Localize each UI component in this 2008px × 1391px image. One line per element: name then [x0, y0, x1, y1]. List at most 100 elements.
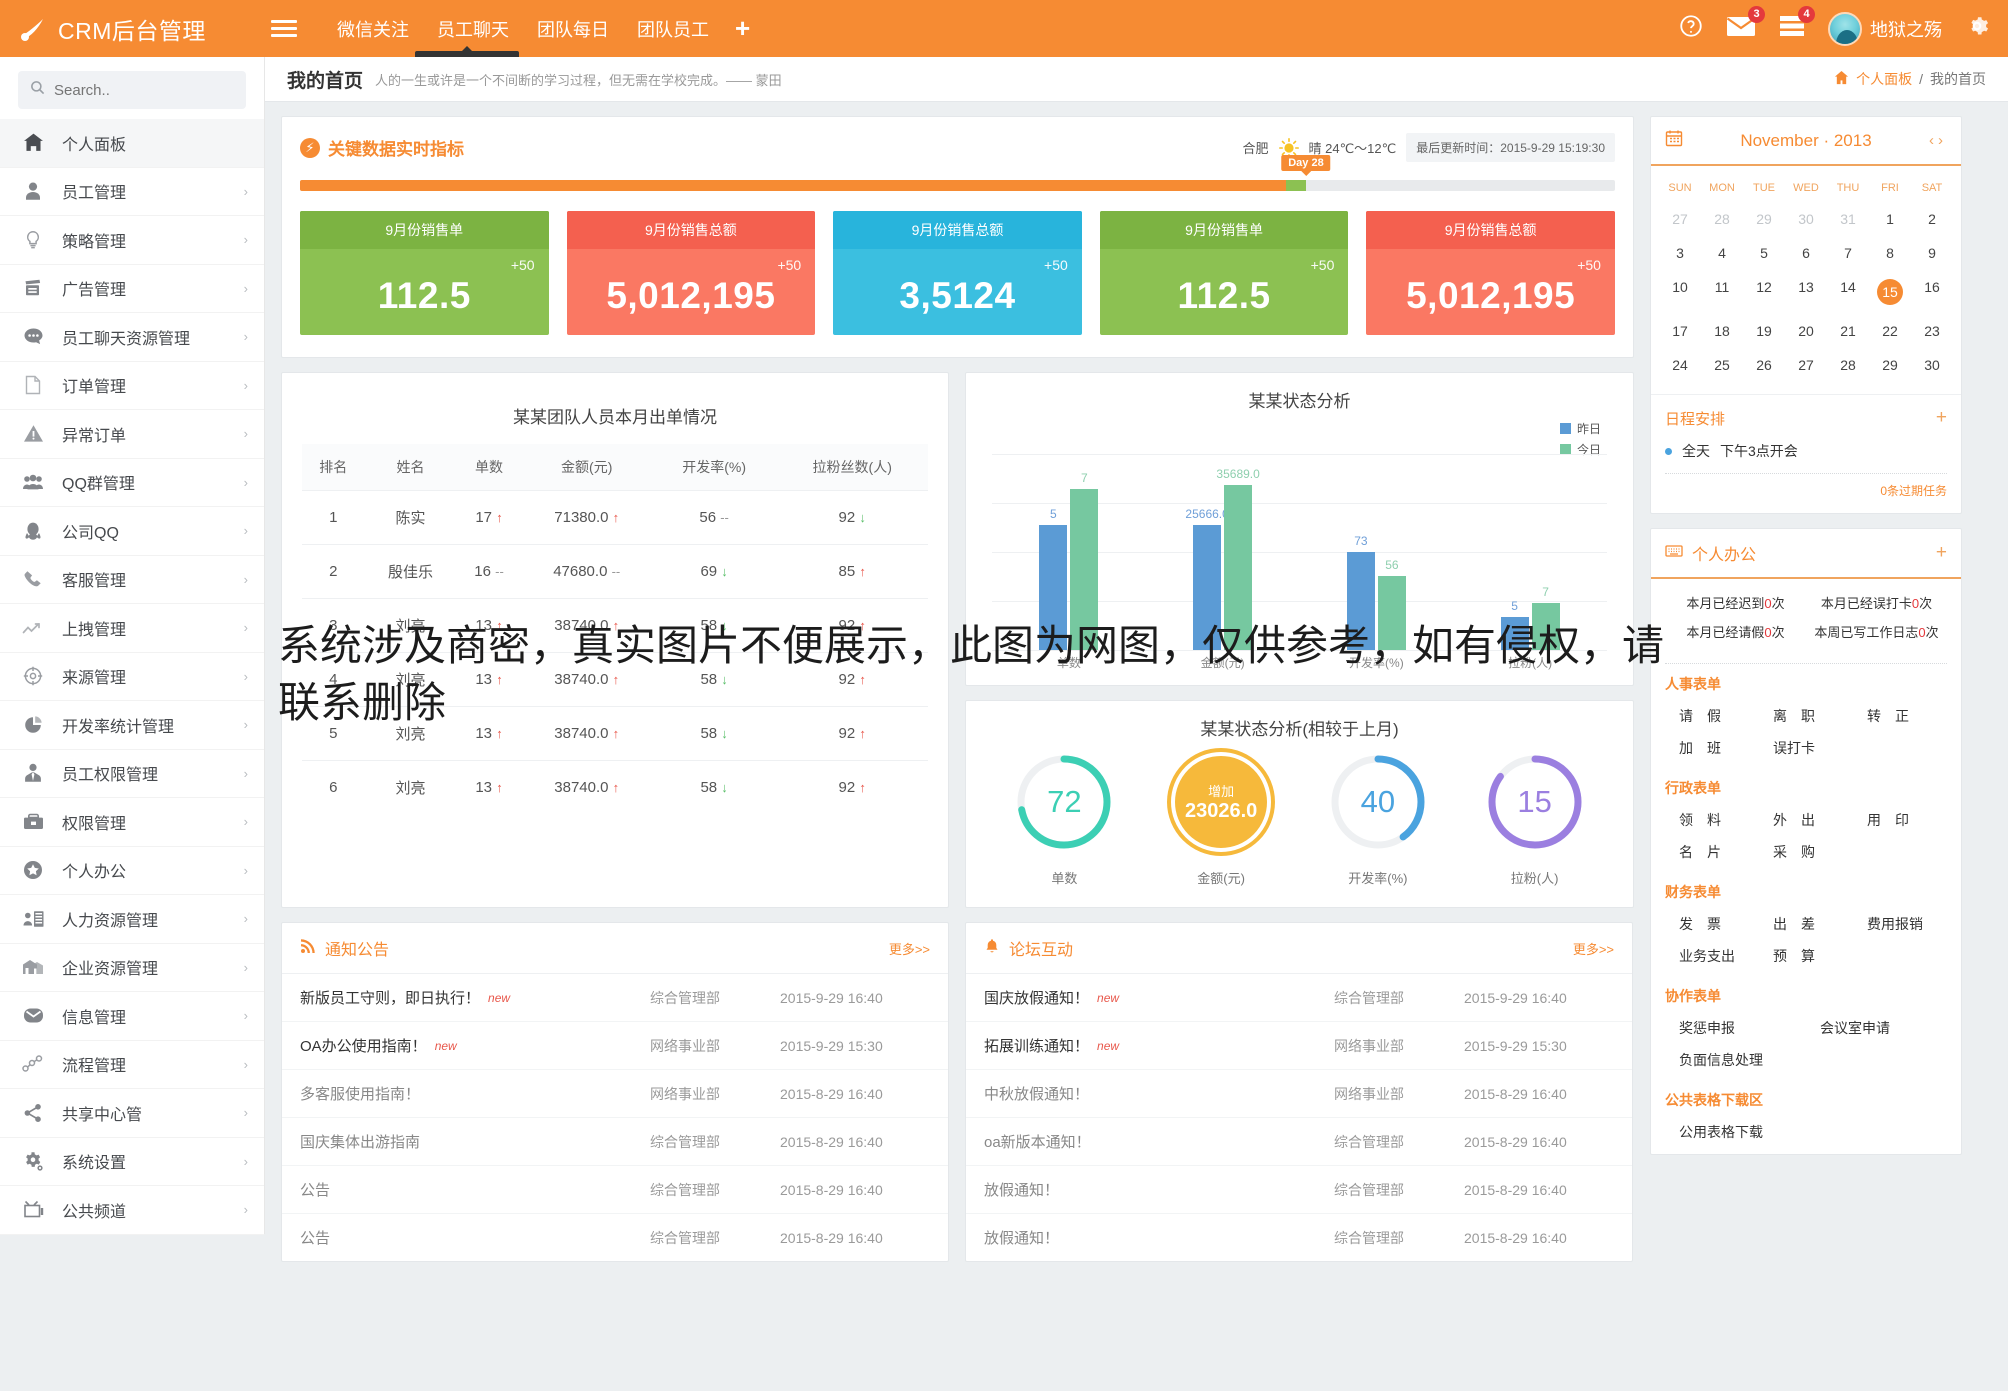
calendar-day[interactable]: 28: [1701, 202, 1743, 236]
calendar-day[interactable]: 3: [1659, 236, 1701, 270]
form-link[interactable]: 公用表格下载: [1665, 1116, 1947, 1148]
form-link[interactable]: 采 购: [1759, 836, 1853, 868]
sidebar-item-14[interactable]: 权限管理 ›: [0, 798, 264, 847]
bar-今日-金额(元)[interactable]: 35689.0: [1216, 467, 1260, 650]
sidebar-item-20[interactable]: 共享中心管 ›: [0, 1089, 264, 1138]
kpi-card-1[interactable]: 9月份销售总额 +50 5,012,195: [566, 211, 816, 335]
breadcrumb-home[interactable]: 个人面板: [1856, 69, 1912, 89]
donut-ring[interactable]: 15: [1485, 752, 1585, 852]
calendar-day[interactable]: 20: [1785, 314, 1827, 348]
help-icon[interactable]: [1678, 13, 1704, 44]
calendar-day[interactable]: 16: [1911, 270, 1953, 314]
calendar-day[interactable]: 13: [1785, 270, 1827, 314]
calendar-day[interactable]: 4: [1701, 236, 1743, 270]
kpi-card-2[interactable]: 9月份销售总额 +50 3,5124: [833, 211, 1082, 335]
top-nav-item-0[interactable]: 微信关注: [323, 16, 423, 42]
form-link[interactable]: 外 出: [1759, 804, 1853, 836]
form-link[interactable]: 费用报销: [1853, 908, 1947, 940]
form-link[interactable]: 名 片: [1665, 836, 1759, 868]
sidebar-item-5[interactable]: 订单管理 ›: [0, 362, 264, 410]
sidebar-item-8[interactable]: 公司QQ ›: [0, 507, 264, 556]
calendar-day[interactable]: 12: [1743, 270, 1785, 314]
form-link[interactable]: 出 差: [1759, 908, 1853, 940]
list-item[interactable]: 放假通知！ 综合管理部 2015-8-29 16:40: [966, 1214, 1632, 1261]
user-menu[interactable]: 地狱之殇: [1828, 11, 1942, 46]
menu-toggle-icon[interactable]: [271, 16, 297, 41]
messages-icon[interactable]: 3: [1726, 6, 1765, 43]
sidebar-item-4[interactable]: 员工聊天资源管理 ›: [0, 313, 264, 362]
calendar-day[interactable]: 19: [1743, 314, 1785, 348]
form-link[interactable]: 用 印: [1853, 804, 1947, 836]
bar-今日-拉粉(人)[interactable]: 7: [1531, 585, 1560, 650]
calendar-day[interactable]: 25: [1701, 348, 1743, 382]
table-row[interactable]: 2 殷佳乐 16 -- 47680.0 -- 69 ↓ 85 ↑: [302, 544, 928, 599]
sidebar-item-16[interactable]: 人力资源管理 ›: [0, 895, 264, 944]
calendar-day[interactable]: 29: [1743, 202, 1785, 236]
donut-ring[interactable]: 72: [1014, 752, 1114, 852]
table-row[interactable]: 6 刘亮 13 ↑ 38740.0 ↑ 58 ↓ 92 ↑: [302, 760, 928, 814]
calendar-day[interactable]: 1: [1869, 202, 1911, 236]
sidebar-item-6[interactable]: 异常订单 ›: [0, 410, 264, 459]
calendar-day[interactable]: 10: [1659, 270, 1701, 314]
form-link[interactable]: 误打卡: [1759, 732, 1853, 764]
sidebar-item-3[interactable]: 广告管理 ›: [0, 265, 264, 313]
list-item[interactable]: 公告 综合管理部 2015-8-29 16:40: [282, 1214, 948, 1261]
schedule-add-button[interactable]: +: [1936, 407, 1947, 429]
sidebar-item-15[interactable]: 个人办公 ›: [0, 847, 264, 895]
settings-gear-icon[interactable]: [1964, 13, 1990, 44]
top-nav-item-1[interactable]: 员工聊天: [423, 16, 523, 42]
search-input[interactable]: [54, 81, 234, 99]
tasks-icon[interactable]: 4: [1778, 6, 1815, 43]
calendar-day[interactable]: 18: [1701, 314, 1743, 348]
sidebar-item-0[interactable]: 个人面板: [0, 119, 264, 168]
sidebar-item-21[interactable]: 系统设置 ›: [0, 1138, 264, 1186]
top-nav-item-2[interactable]: 团队每日: [523, 16, 623, 42]
sidebar-item-19[interactable]: 流程管理 ›: [0, 1041, 264, 1089]
form-link[interactable]: 业务支出: [1665, 940, 1759, 972]
calendar-day[interactable]: 26: [1743, 348, 1785, 382]
calendar-day[interactable]: 9: [1911, 236, 1953, 270]
list-item[interactable]: 中秋放假通知！ 网络事业部 2015-8-29 16:40: [966, 1070, 1632, 1118]
calendar-day[interactable]: 30: [1911, 348, 1953, 382]
calendar-day[interactable]: 28: [1827, 348, 1869, 382]
list-item[interactable]: 拓展训练通知！ new 网络事业部 2015-9-29 15:30: [966, 1022, 1632, 1070]
list-item[interactable]: 国庆放假通知！ new 综合管理部 2015-9-29 16:40: [966, 974, 1632, 1022]
list-item[interactable]: OA办公使用指南！ new 网络事业部 2015-9-29 15:30: [282, 1022, 948, 1070]
calendar-day[interactable]: 27: [1785, 348, 1827, 382]
table-row[interactable]: 1 陈实 17 ↑ 71380.0 ↑ 56 -- 92 ↓: [302, 490, 928, 545]
calendar-day[interactable]: 27: [1659, 202, 1701, 236]
calendar-day[interactable]: 31: [1827, 202, 1869, 236]
form-link[interactable]: 离 职: [1759, 700, 1853, 732]
form-link[interactable]: 转 正: [1853, 700, 1947, 732]
notices-more-link[interactable]: 更多>>: [889, 939, 930, 958]
form-link[interactable]: 发 票: [1665, 908, 1759, 940]
add-tab-button[interactable]: +: [723, 13, 762, 44]
kpi-card-0[interactable]: 9月份销售单 +50 112.5: [300, 211, 549, 335]
sidebar-item-22[interactable]: 公共频道 ›: [0, 1186, 264, 1235]
top-nav-item-3[interactable]: 团队员工: [623, 16, 723, 42]
calendar-day[interactable]: 24: [1659, 348, 1701, 382]
bar-昨日-开发率(%)[interactable]: 73: [1346, 534, 1375, 650]
bar-今日-开发率(%)[interactable]: 56: [1377, 558, 1406, 650]
form-link[interactable]: 加 班: [1665, 732, 1759, 764]
calendar-day[interactable]: 22: [1869, 314, 1911, 348]
calendar-day[interactable]: 21: [1827, 314, 1869, 348]
bar-今日-单数[interactable]: 7: [1070, 471, 1099, 650]
sidebar-item-11[interactable]: 来源管理 ›: [0, 653, 264, 701]
list-item[interactable]: 国庆集体出游指南 综合管理部 2015-8-29 16:40: [282, 1118, 948, 1166]
form-link[interactable]: 奖惩申报: [1665, 1012, 1806, 1044]
sidebar-item-10[interactable]: 上拽管理 ›: [0, 604, 264, 653]
calendar-day-today[interactable]: 15: [1869, 270, 1911, 314]
sidebar-item-17[interactable]: 企业资源管理 ›: [0, 944, 264, 992]
table-row[interactable]: 3 刘亮 13 ↑ 38740.0 ↑ 58 ↓ 92 ↑: [302, 598, 928, 653]
calendar-day[interactable]: 2: [1911, 202, 1953, 236]
form-link[interactable]: 会议室申请: [1806, 1012, 1947, 1044]
sidebar-item-9[interactable]: 客服管理 ›: [0, 556, 264, 604]
calendar-day[interactable]: 17: [1659, 314, 1701, 348]
calendar-day[interactable]: 8: [1869, 236, 1911, 270]
calendar-day[interactable]: 7: [1827, 236, 1869, 270]
list-item[interactable]: 公告 综合管理部 2015-8-29 16:40: [282, 1166, 948, 1214]
sidebar-item-18[interactable]: 信息管理 ›: [0, 992, 264, 1041]
calendar-day[interactable]: 23: [1911, 314, 1953, 348]
list-item[interactable]: 多客服使用指南！ 网络事业部 2015-8-29 16:40: [282, 1070, 948, 1118]
